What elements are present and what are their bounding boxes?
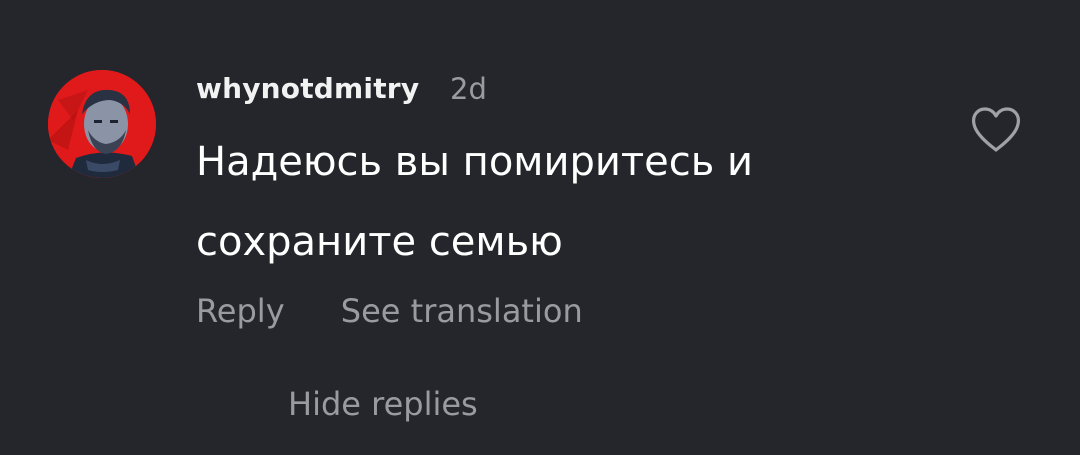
comment-item: whynotdmitry 2d Надеюсь вы помиритесь и … — [0, 0, 1080, 455]
comment-text: Надеюсь вы помиритесь и сохраните семью — [196, 139, 754, 265]
user-avatar-icon — [48, 70, 156, 178]
see-translation-button[interactable]: See translation — [341, 292, 583, 330]
comment-username[interactable]: whynotdmitry — [196, 72, 419, 105]
heart-outline-icon — [972, 107, 1020, 152]
reply-button[interactable]: Reply — [196, 292, 285, 330]
user-avatar[interactable] — [48, 70, 156, 178]
hide-replies-button[interactable]: Hide replies — [288, 385, 478, 423]
like-button[interactable] — [968, 104, 1024, 156]
comment-actions: Reply See translation — [196, 292, 583, 330]
comment-timestamp: 2d — [450, 72, 487, 106]
